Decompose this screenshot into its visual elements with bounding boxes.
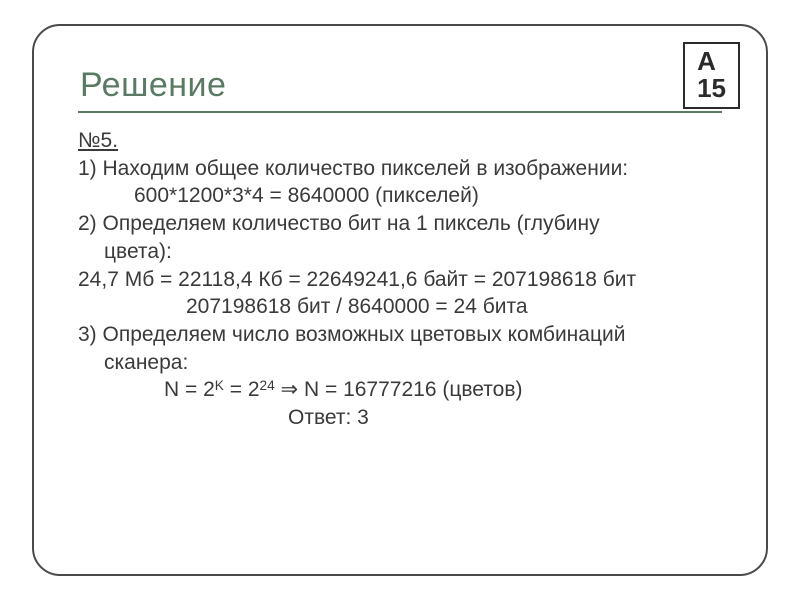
step-1: 1) Находим общее количество пикселей в и…	[78, 155, 722, 183]
answer-line: Ответ: 3	[78, 404, 722, 432]
step-3: 3) Определяем число возможных цветовых к…	[78, 321, 722, 349]
step-2-div: 207198618 бит / 8640000 = 24 бита	[78, 293, 722, 321]
formula-exp-24: 24	[260, 378, 275, 393]
slide-title: Решение	[80, 66, 722, 105]
step-2-conv: 24,7 Мб = 22118,4 Кб = 22649241,6 байт =…	[78, 266, 722, 294]
step-1-calc: 600*1200*3*4 = 8640000 (пикселей)	[78, 182, 722, 210]
problem-number: №5.	[78, 127, 722, 155]
solution-body: №5. 1) Находим общее количество пикселей…	[78, 127, 722, 432]
step-2-cont: цвета):	[78, 238, 722, 266]
title-rule	[78, 111, 722, 113]
formula-exp-k: K	[215, 378, 224, 393]
content-frame: Решение №5. 1) Находим общее количество …	[32, 24, 768, 576]
formula-post: ⇒ N = 16777216 (цветов)	[275, 378, 523, 401]
slide: А 15 Решение №5. 1) Находим общее количе…	[0, 0, 800, 600]
step-3-cont: сканера:	[78, 349, 722, 377]
formula-mid: = 2	[224, 378, 260, 401]
step-3-formula: N = 2K = 224 ⇒ N = 16777216 (цветов)	[78, 376, 722, 404]
formula-pre: N = 2	[164, 378, 215, 401]
step-2: 2) Определяем количество бит на 1 пиксел…	[78, 210, 722, 238]
